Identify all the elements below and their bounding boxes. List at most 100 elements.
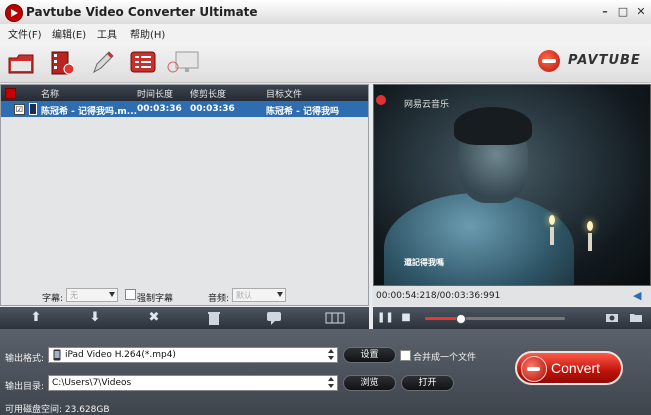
app-logo-icon xyxy=(5,4,23,22)
pavtube-logo: PAVTUBE xyxy=(538,50,646,72)
subtitle-select-value: 无 xyxy=(70,291,78,300)
move-down-button[interactable]: ⬇ xyxy=(87,310,103,326)
remove-button[interactable]: ✖ xyxy=(146,310,162,326)
header-target[interactable]: 目标文件 xyxy=(266,87,302,100)
directory-value: C:\Users\7\Videos xyxy=(52,378,132,388)
maximize-button[interactable]: □ xyxy=(615,4,631,20)
list-action-bar: ⬆ ⬇ ✖ xyxy=(0,307,369,329)
format-label: 输出格式: xyxy=(5,354,45,364)
seek-progress xyxy=(425,317,460,320)
seek-handle[interactable] xyxy=(456,314,466,324)
chevron-down-icon xyxy=(109,292,115,297)
file-list: 名称 时间长度 修剪长度 目标文件 ☑ 陈冠希 - 记得我吗.m... 00:0… xyxy=(0,84,369,306)
force-subtitle-label: 强制字幕 xyxy=(137,294,174,304)
stop-button[interactable]: ■ xyxy=(399,311,413,325)
comment-icon xyxy=(267,312,281,325)
spinner-arrows-icon xyxy=(327,377,335,389)
force-subtitle-checkbox[interactable] xyxy=(125,289,136,300)
title-bar: Pavtube Video Converter Ultimate – □ ✕ xyxy=(0,0,651,25)
directory-input[interactable]: C:\Users\7\Videos xyxy=(48,375,338,391)
display-button[interactable] xyxy=(166,48,199,76)
header-name[interactable]: 名称 xyxy=(41,87,59,100)
display-icon xyxy=(167,51,199,73)
snapshot-button[interactable] xyxy=(605,311,619,325)
move-up-button[interactable]: ⬆ xyxy=(28,310,44,326)
format-value: iPad Video H.264(*.mp4) xyxy=(65,350,176,360)
add-folder-button[interactable] xyxy=(46,48,78,76)
disk-space: 可用磁盘空间: 23.628GB xyxy=(5,405,110,415)
candle-1 xyxy=(550,227,554,245)
netease-logo-icon xyxy=(376,95,386,105)
video-subtitle: 還記得我嗎 xyxy=(404,258,444,267)
comment-button[interactable] xyxy=(266,310,282,326)
video-watermark: 网易云音乐 xyxy=(404,100,450,110)
split-button[interactable] xyxy=(325,310,345,326)
header-trimmed[interactable]: 修剪长度 xyxy=(190,87,226,100)
add-video-icon xyxy=(8,54,34,74)
trash-icon xyxy=(208,312,220,325)
close-icon: ✖ xyxy=(148,310,160,325)
app-window: Pavtube Video Converter Ultimate – □ ✕ 文… xyxy=(0,0,651,415)
merge-list-button[interactable] xyxy=(128,48,160,76)
pavtube-logo-icon xyxy=(538,50,560,72)
table-row[interactable]: ☑ 陈冠希 - 记得我吗.m... 00:03:36 00:03:36 陈冠希 … xyxy=(1,101,368,117)
menu-help[interactable]: 帮助(H) xyxy=(130,26,165,41)
add-video-button[interactable] xyxy=(6,48,38,76)
player-controls: ❚❚ ■ xyxy=(373,307,651,329)
ipad-icon xyxy=(53,349,61,361)
candle-flame-2 xyxy=(587,221,593,231)
audio-label: 音频: xyxy=(208,294,230,304)
video-preview[interactable]: 网易云音乐 還記得我嗎 xyxy=(373,84,651,286)
menu-bar: 文件(F) 编辑(E) 工具 帮助(H) xyxy=(0,24,651,43)
arrow-down-icon: ⬇ xyxy=(89,310,101,325)
video-figure-hair xyxy=(454,107,532,145)
volume-icon[interactable]: ◀ xyxy=(633,290,645,302)
select-all-checkbox[interactable] xyxy=(5,88,16,99)
row-duration: 00:03:36 xyxy=(137,104,182,114)
audio-select-value: 默认 xyxy=(236,291,252,300)
convert-label: Convert xyxy=(551,360,601,376)
timecode-bar: 00:00:54:218/00:03:36:991 ◀ xyxy=(373,286,651,306)
pause-icon: ❚❚ xyxy=(377,312,394,323)
merge-checkbox[interactable] xyxy=(400,350,411,361)
pavtube-logo-text: PAVTUBE xyxy=(568,53,641,68)
subtitle-select[interactable]: 无 xyxy=(66,288,118,302)
pause-button[interactable]: ❚❚ xyxy=(377,311,394,325)
edit-icon xyxy=(93,51,114,74)
merge-label: 合并成一个文件 xyxy=(413,353,477,363)
close-button[interactable]: ✕ xyxy=(633,4,649,20)
output-panel: 输出格式: iPad Video H.264(*.mp4) 设置 合并成一个文件… xyxy=(0,329,651,415)
menu-file[interactable]: 文件(F) xyxy=(8,26,42,41)
video-frame: 网易云音乐 還記得我嗎 xyxy=(374,85,650,285)
spinner-arrows-icon xyxy=(327,349,335,361)
video-figure-shoulder xyxy=(384,193,574,285)
delete-button[interactable] xyxy=(206,310,222,326)
convert-button[interactable]: Convert xyxy=(515,351,623,385)
open-snapshot-folder-button[interactable] xyxy=(629,311,643,325)
video-file-icon xyxy=(29,103,37,115)
header-duration[interactable]: 时间长度 xyxy=(137,87,173,100)
candle-2 xyxy=(588,233,592,251)
camera-icon xyxy=(606,314,618,322)
edit-button[interactable] xyxy=(88,48,120,76)
format-select[interactable]: iPad Video H.264(*.mp4) xyxy=(48,347,338,363)
subtitle-audio-row: 字幕: 无 强制字幕 音频: 默认 xyxy=(0,286,369,306)
timecode-readout: 00:00:54:218/00:03:36:991 xyxy=(376,291,501,301)
window-title: Pavtube Video Converter Ultimate xyxy=(26,5,258,19)
arrow-up-icon: ⬆ xyxy=(30,310,42,325)
row-checkbox[interactable]: ☑ xyxy=(14,104,25,115)
seek-slider[interactable] xyxy=(425,314,565,324)
browse-button[interactable]: 浏览 xyxy=(343,375,396,391)
open-button[interactable]: 打开 xyxy=(401,375,454,391)
settings-button[interactable]: 设置 xyxy=(343,347,396,363)
split-icon xyxy=(325,312,345,324)
minimize-button[interactable]: – xyxy=(597,4,613,20)
menu-edit[interactable]: 编辑(E) xyxy=(52,26,86,41)
add-folder-icon xyxy=(51,51,75,75)
subtitle-label: 字幕: xyxy=(42,294,64,304)
menu-tools[interactable]: 工具 xyxy=(97,26,117,41)
row-name: 陈冠希 - 记得我吗.m... xyxy=(41,107,138,117)
audio-select[interactable]: 默认 xyxy=(232,288,286,302)
row-target: 陈冠希 - 记得我吗 xyxy=(266,107,340,117)
stop-icon: ■ xyxy=(401,312,411,323)
